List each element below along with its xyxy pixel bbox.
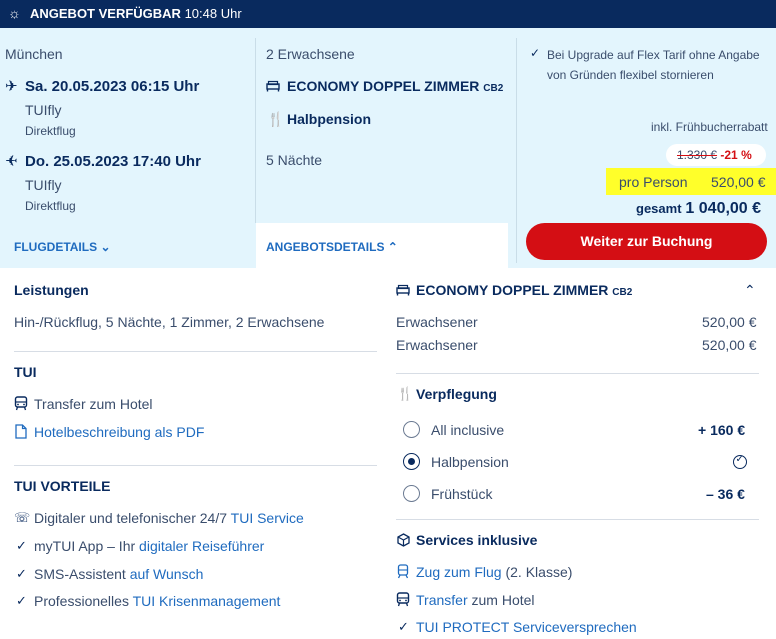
- per-person-label: pro Person: [619, 174, 688, 190]
- check-icon: ✓: [398, 619, 409, 634]
- outbound-date: Sa. 20.05.2023 06:15 Uhr: [25, 78, 200, 95]
- room-code: CB2: [483, 83, 504, 94]
- train-icon: [397, 564, 409, 579]
- vorteil-item: Professionelles TUI Krisenmanagement: [34, 593, 281, 609]
- phone-chat-icon: ☏: [14, 510, 31, 525]
- total-label: gesamt: [636, 201, 682, 216]
- board-option-price: + 160 €: [698, 422, 746, 438]
- flight-details-link[interactable]: FLUGDETAILS ⌄: [14, 240, 111, 254]
- inbound-date: Do. 25.05.2023 17:40 Uhr: [25, 153, 201, 170]
- included-item: TUI PROTECT Serviceversprechen: [416, 619, 637, 635]
- price-row-label: Erwachsener: [396, 314, 478, 330]
- banner-title: ANGEBOT VERFÜGBAR: [30, 6, 181, 21]
- outbound-type: Direktflug: [25, 124, 76, 138]
- bed-icon: [396, 284, 410, 296]
- board-option-label[interactable]: All inclusive: [431, 422, 504, 438]
- total-price: 1 040,00 €: [685, 200, 762, 217]
- inbound-airline: TUIfly: [25, 177, 62, 193]
- package-icon: [397, 533, 410, 547]
- radio-halbpension[interactable]: [403, 453, 420, 470]
- document-icon: [15, 424, 27, 439]
- continue-booking-button[interactable]: Weiter zur Buchung: [526, 223, 767, 260]
- chevron-down-icon: ⌄: [100, 240, 111, 254]
- included-item: Transfer zum Hotel: [416, 592, 535, 608]
- vorteil-item: Digitaler und telefonischer 24/7 TUI Ser…: [34, 510, 304, 526]
- discount-label: inkl. Frühbucherrabatt: [651, 120, 768, 134]
- vorteil-item: myTUI App – Ihr digitaler Reiseführer: [34, 538, 265, 554]
- price-row-value: 520,00 €: [702, 314, 757, 330]
- board-option-price: – 36 €: [706, 486, 745, 502]
- plane-departure-icon: ✈: [5, 78, 18, 95]
- cutlery-icon: 🍴: [267, 111, 285, 127]
- cutlery-icon: 🍴: [397, 386, 414, 401]
- tui-heading: TUI: [14, 364, 37, 380]
- included-item: Zug zum Flug (2. Klasse): [416, 564, 573, 580]
- board-type: Halbpension: [287, 111, 372, 127]
- transfer-text: Transfer zum Hotel: [34, 396, 153, 412]
- origin-city: München: [5, 46, 63, 62]
- divider: [14, 351, 377, 352]
- divider: [516, 38, 517, 263]
- radio-all-inclusive[interactable]: [403, 421, 420, 438]
- divider: [396, 373, 759, 374]
- divider: [396, 519, 759, 520]
- room-name: ECONOMY DOPPEL ZIMMER: [287, 78, 480, 94]
- offer-available-banner: ☼ ANGEBOT VERFÜGBAR 10:48 Uhr: [0, 0, 776, 28]
- check-icon: ✓: [16, 566, 27, 581]
- price-row-value: 520,00 €: [702, 337, 757, 353]
- services-text: Hin-/Rückflug, 5 Nächte, 1 Zimmer, 2 Erw…: [14, 314, 325, 330]
- board-heading: Verpflegung: [416, 386, 497, 402]
- collapse-chevron-icon[interactable]: ⌃: [744, 282, 756, 299]
- check-icon: ✓: [16, 593, 27, 608]
- check-icon: ✓: [530, 46, 541, 60]
- check-icon: ✓: [16, 538, 27, 553]
- price-row-label: Erwachsener: [396, 337, 478, 353]
- divider: [255, 38, 256, 223]
- banner-time: 10:48 Uhr: [184, 6, 242, 21]
- vorteile-heading: TUI VORTEILE: [14, 478, 111, 494]
- hotel-pdf-link[interactable]: Hotelbeschreibung als PDF: [34, 424, 204, 440]
- board-option-label[interactable]: Halbpension: [431, 454, 509, 470]
- included-heading: Services inklusive: [416, 532, 538, 548]
- bus-icon: [14, 396, 28, 411]
- bed-icon: [266, 80, 280, 92]
- sun-icon: ☼: [8, 5, 21, 21]
- bus-icon: [396, 592, 410, 607]
- per-person-price: 520,00 €: [711, 174, 766, 190]
- selected-check-icon: ✓: [733, 454, 747, 469]
- plane-return-icon: ✈: [5, 153, 18, 170]
- radio-fruehstueck[interactable]: [403, 485, 420, 502]
- outbound-airline: TUIfly: [25, 102, 62, 118]
- vorteil-item: SMS-Assistent auf Wunsch: [34, 566, 204, 582]
- divider: [14, 465, 377, 466]
- discount-percent: -21 %: [720, 148, 752, 162]
- services-heading: Leistungen: [14, 282, 89, 298]
- chevron-up-icon: ⌃: [387, 240, 398, 254]
- offer-details-tab-label[interactable]: ANGEBOTSDETAILS ⌃: [266, 240, 398, 254]
- board-option-label[interactable]: Frühstück: [431, 486, 492, 502]
- old-price: 1.330 €: [677, 148, 718, 162]
- room-panel-title: ECONOMY DOPPEL ZIMMER CB2: [416, 282, 633, 298]
- travellers: 2 Erwachsene: [266, 46, 355, 62]
- upgrade-note: Bei Upgrade auf Flex Tarif ohne Angabe v…: [547, 48, 760, 82]
- inbound-type: Direktflug: [25, 199, 76, 213]
- nights: 5 Nächte: [266, 152, 323, 168]
